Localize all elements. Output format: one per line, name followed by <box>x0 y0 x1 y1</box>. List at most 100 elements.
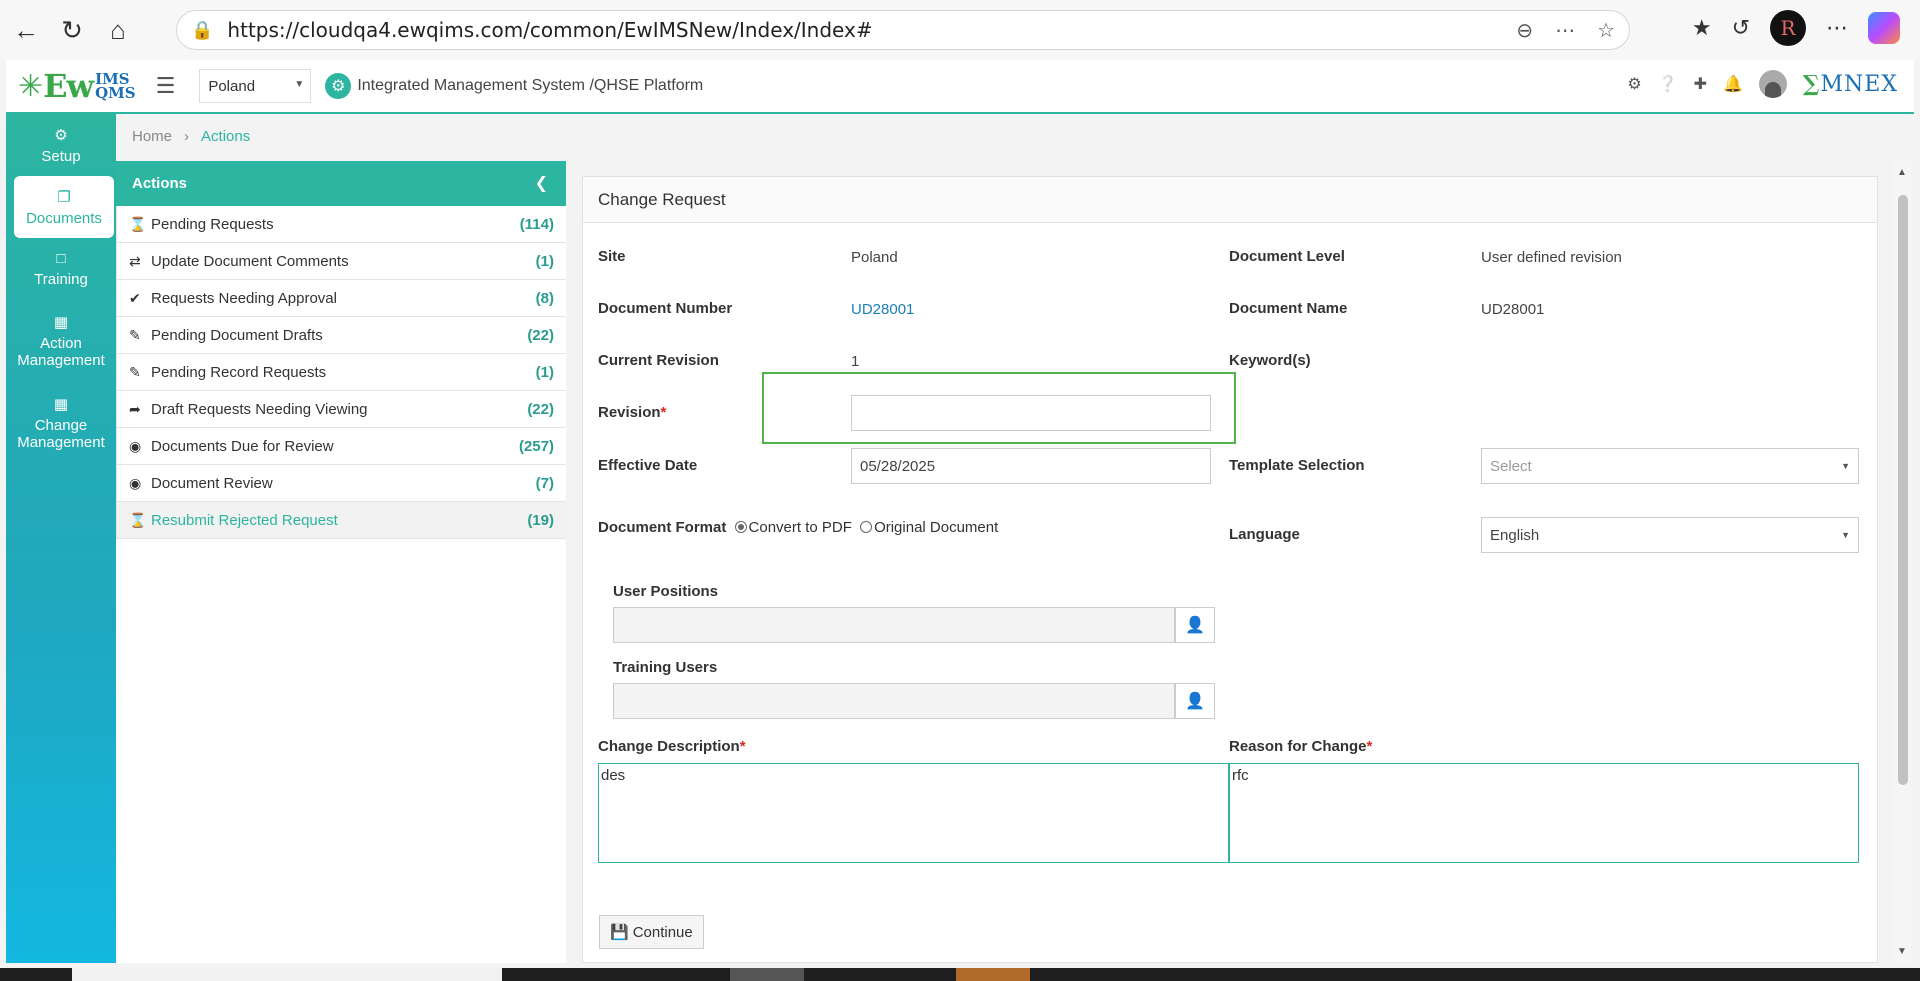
edit-icon: ✎ <box>129 326 141 343</box>
actions-header: Actions ❮ <box>116 161 566 206</box>
refresh-icon[interactable]: ↻ <box>52 10 92 50</box>
action-count: (8) <box>535 289 554 307</box>
reason-for-change-textarea[interactable]: rfc <box>1229 763 1859 863</box>
site-select[interactable]: Poland ▼ <box>199 69 312 103</box>
favorite-star-icon[interactable]: ☆ <box>1597 18 1615 43</box>
documents-icon: ❐ <box>57 188 71 206</box>
share-icon: ➦ <box>129 400 141 417</box>
left-nav: ⚙ Setup ❐ Documents □ Training ▦ Action … <box>6 114 116 963</box>
history-icon[interactable]: ↺ <box>1732 15 1750 41</box>
profile-avatar[interactable]: R <box>1770 10 1806 46</box>
taskbar <box>0 968 1920 981</box>
site-label: Site <box>598 248 626 265</box>
change-request-form: Change Request Site Poland Document Leve… <box>582 176 1878 963</box>
document-level-label: Document Level <box>1229 248 1345 265</box>
nav-action-management[interactable]: ▦ Action Management <box>6 300 116 382</box>
app-header: ✳ Ew IMS QMS ☰ Poland ▼ ⚙ Integrated Man… <box>6 60 1914 114</box>
keywords-label: Keyword(s) <box>1229 352 1311 369</box>
training-icon: □ <box>56 250 66 267</box>
scrollbar-thumb[interactable] <box>1898 195 1908 785</box>
more-options-icon[interactable]: ⋯ <box>1555 18 1575 43</box>
action-item-resubmit-rejected-request[interactable]: ⌛ Resubmit Rejected Request (19) <box>116 502 566 539</box>
nav-setup[interactable]: ⚙ Setup <box>6 114 116 176</box>
breadcrumb-home[interactable]: Home <box>132 128 172 145</box>
radio-unchecked-icon[interactable] <box>860 521 873 533</box>
action-item-document-review[interactable]: ◉ Document Review (7) <box>116 465 566 502</box>
chevron-down-icon: ▼ <box>1841 461 1850 471</box>
current-revision-value: 1 <box>851 353 860 370</box>
document-level-value: User defined revision <box>1481 249 1622 266</box>
user-picker-icon[interactable]: 👤 <box>1175 607 1215 643</box>
revision-label: Revision* <box>598 404 667 421</box>
chevron-down-icon: ▼ <box>1841 530 1850 540</box>
cogs-icon: ⚙ <box>54 126 68 144</box>
scroll-up-icon[interactable]: ▲ <box>1897 167 1907 178</box>
bell-icon[interactable]: 🔔 <box>1723 74 1743 94</box>
format-option-original[interactable]: Original Document <box>856 519 998 536</box>
address-bar[interactable]: 🔒 https://cloudqa4.ewqims.com/common/EwI… <box>176 10 1630 50</box>
change-description-label: Change Description* <box>598 738 746 755</box>
user-avatar[interactable] <box>1758 70 1787 98</box>
document-format-label: Document Format Convert to PDF Original … <box>598 519 999 536</box>
chevron-down-icon: ▼ <box>294 79 305 90</box>
eye-icon: ◉ <box>129 437 142 454</box>
radio-checked-icon[interactable] <box>734 521 747 533</box>
user-picker-icon[interactable]: 👤 <box>1175 683 1215 719</box>
format-option-pdf[interactable]: Convert to PDF <box>731 519 852 536</box>
action-count: (1) <box>535 252 554 270</box>
add-icon[interactable]: ✚ <box>1694 74 1707 94</box>
scroll-down-icon[interactable]: ▼ <box>1897 946 1907 957</box>
document-name-value: UD28001 <box>1481 301 1545 318</box>
effective-date-input[interactable]: 05/28/2025 <box>851 448 1211 484</box>
logo-star-icon: ✳ <box>18 69 44 103</box>
gear-icon: ⚙ <box>325 73 352 99</box>
action-count: (22) <box>527 326 554 344</box>
help-icon[interactable]: ❔ <box>1658 74 1678 94</box>
actions-panel: Actions ❮ ⌛ Pending Requests (114) ⇄ Upd… <box>116 161 566 963</box>
breadcrumb-current[interactable]: Actions <box>201 128 250 145</box>
building-icon: ▦ <box>53 314 69 331</box>
action-item-pending-record-requests[interactable]: ✎ Pending Record Requests (1) <box>116 354 566 391</box>
ewqims-logo[interactable]: ✳ Ew IMS QMS <box>18 67 136 105</box>
settings-more-icon[interactable]: ⋯ <box>1826 15 1848 41</box>
back-icon[interactable]: ← <box>6 10 46 50</box>
copilot-icon[interactable] <box>1868 12 1900 44</box>
action-count: (114) <box>519 215 554 233</box>
user-positions-input[interactable] <box>613 607 1175 643</box>
action-item-requests-needing-approval[interactable]: ✔ Requests Needing Approval (8) <box>116 280 566 317</box>
action-item-update-document-comments[interactable]: ⇄ Update Document Comments (1) <box>116 243 566 280</box>
action-item-pending-requests[interactable]: ⌛ Pending Requests (114) <box>116 206 566 243</box>
template-selection-label: Template Selection <box>1229 457 1365 474</box>
form-title: Change Request <box>583 177 1877 223</box>
training-users-input[interactable] <box>613 683 1175 719</box>
document-name-label: Document Name <box>1229 300 1348 317</box>
favorites-icon[interactable]: ★ <box>1692 15 1712 41</box>
check-icon: ✔ <box>129 289 141 306</box>
action-item-pending-document-drafts[interactable]: ✎ Pending Document Drafts (22) <box>116 317 566 354</box>
document-number-label: Document Number <box>598 300 733 317</box>
change-description-textarea[interactable]: des <box>598 763 1229 863</box>
action-count: (22) <box>527 400 554 418</box>
hamburger-menu-icon[interactable]: ☰ <box>156 73 176 99</box>
collapse-chevron-icon[interactable]: ❮ <box>535 173 548 193</box>
current-revision-label: Current Revision <box>598 352 719 369</box>
edit-icon: ✎ <box>129 363 141 380</box>
nav-training[interactable]: □ Training <box>6 238 116 300</box>
nav-change-management[interactable]: ▦ Change Management <box>6 382 116 464</box>
document-number-link[interactable]: UD28001 <box>851 301 914 318</box>
effective-date-label: Effective Date <box>598 457 698 474</box>
language-label: Language <box>1229 526 1300 543</box>
language-select[interactable]: English ▼ <box>1481 517 1859 553</box>
scrollbar[interactable]: ▲ ▼ <box>1894 161 1912 963</box>
settings-icon[interactable]: ⚙ <box>1627 74 1641 94</box>
template-select[interactable]: Select ▼ <box>1481 448 1859 484</box>
continue-button[interactable]: 💾 Continue <box>599 915 704 949</box>
browser-toolbar: ← ↻ ⌂ 🔒 https://cloudqa4.ewqims.com/comm… <box>0 0 1920 60</box>
zoom-out-icon[interactable]: ⊖ <box>1516 18 1533 43</box>
action-item-draft-requests-needing-viewing[interactable]: ➦ Draft Requests Needing Viewing (22) <box>116 391 566 428</box>
action-item-documents-due-for-review[interactable]: ◉ Documents Due for Review (257) <box>116 428 566 465</box>
revision-input[interactable] <box>851 395 1211 431</box>
site-value: Poland <box>851 249 898 266</box>
nav-documents[interactable]: ❐ Documents <box>14 176 114 238</box>
home-icon[interactable]: ⌂ <box>98 10 138 50</box>
